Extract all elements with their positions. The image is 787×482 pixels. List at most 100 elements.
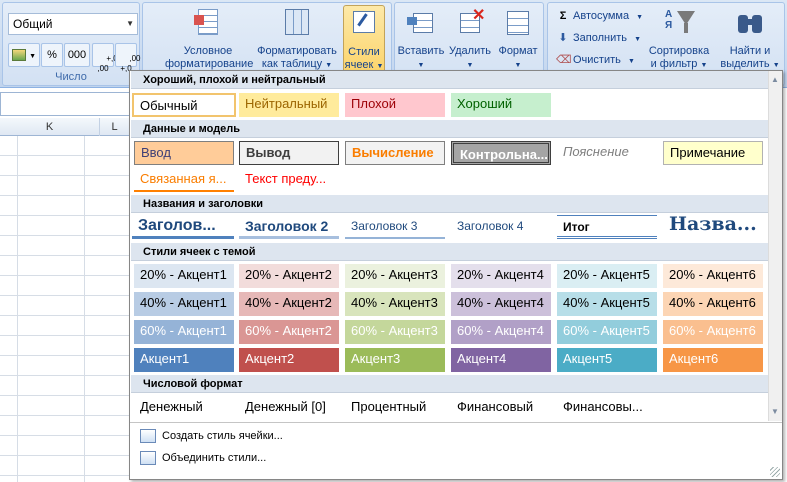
format-label: Формат (498, 45, 538, 57)
sort-filter-icon: АЯ (663, 7, 695, 39)
percent-label: % (47, 49, 57, 61)
style-warning-text[interactable]: Текст преду... (239, 168, 339, 192)
style-40-accent6[interactable]: 40% - Акцент6 (663, 292, 763, 316)
style-accent6[interactable]: Акцент6 (663, 348, 763, 372)
style-20-accent4[interactable]: 20% - Акцент4 (451, 264, 551, 288)
column-header-k[interactable]: K (0, 118, 100, 136)
scroll-down-icon[interactable]: ▼ (771, 407, 779, 416)
currency-icon (12, 49, 26, 62)
resize-grip-icon[interactable] (770, 467, 780, 477)
style-normal[interactable]: Обычный (132, 93, 236, 117)
autosum-label: Автосумма (573, 10, 630, 22)
style-60-accent1[interactable]: 60% - Акцент1 (134, 320, 234, 344)
style-accent1[interactable]: Акцент1 (134, 348, 234, 372)
find-select-button[interactable]: Найти и выделить ▼ (718, 7, 782, 72)
section-themed-styles: Стили ячеек с темой (131, 243, 768, 261)
section-number-format: Числовой формат (131, 375, 768, 393)
new-cell-style-label: Создать стиль ячейки... (162, 430, 283, 442)
cell-styles-button[interactable]: Стили ячеек ▼ (343, 5, 385, 73)
style-explanatory[interactable]: Пояснение (557, 141, 657, 165)
decrease-decimal-button[interactable]: ,00 +,0 (115, 43, 140, 73)
style-heading-1[interactable]: Заголов... (132, 215, 234, 239)
format-button[interactable]: Формат ▼ (495, 7, 541, 72)
style-20-accent2[interactable]: 20% - Акцент2 (239, 264, 339, 288)
new-style-icon (140, 429, 156, 444)
autosum-button[interactable]: Σ Автосумма ▼ (556, 7, 643, 25)
style-comma[interactable]: Финансовый (451, 396, 551, 420)
style-heading-4[interactable]: Заголовок 4 (451, 215, 551, 239)
merge-styles-icon (140, 451, 156, 466)
number-format-combo[interactable]: Общий ▼ (8, 13, 138, 35)
style-40-accent1[interactable]: 40% - Акцент1 (134, 292, 234, 316)
style-accent2[interactable]: Акцент2 (239, 348, 339, 372)
conditional-formatting-icon (192, 7, 224, 39)
style-accent3[interactable]: Акцент3 (345, 348, 445, 372)
style-60-accent3[interactable]: 60% - Акцент3 (345, 320, 445, 344)
style-calculation[interactable]: Вычисление (345, 141, 445, 165)
percent-button[interactable]: % (41, 43, 63, 67)
merge-styles-label: Объединить стили... (162, 452, 267, 464)
chevron-down-icon: ▼ (417, 62, 425, 69)
style-20-accent5[interactable]: 20% - Акцент5 (557, 264, 657, 288)
insert-button[interactable]: Вставить ▼ (397, 7, 445, 72)
sort-filter-button[interactable]: АЯ Сортировка и фильтр ▼ (644, 7, 714, 72)
style-bad[interactable]: Плохой (345, 93, 445, 117)
cell-styles-label: Стили ячеек (344, 46, 380, 71)
gallery-scrollbar[interactable]: ▲ ▼ (768, 71, 782, 421)
scroll-up-icon[interactable]: ▲ (771, 75, 779, 84)
style-40-accent2[interactable]: 40% - Акцент2 (239, 292, 339, 316)
find-select-label: Найти и выделить (720, 45, 771, 70)
style-output[interactable]: Вывод (239, 141, 339, 165)
chevron-down-icon[interactable]: ▼ (126, 19, 134, 28)
increase-decimal-button[interactable]: +,0 ,00 (92, 43, 118, 73)
style-20-accent1[interactable]: 20% - Акцент1 (134, 264, 234, 288)
delete-button[interactable]: ✕ Удалить ▼ (447, 7, 493, 72)
format-as-table-icon (281, 7, 313, 39)
style-60-accent6[interactable]: 60% - Акцент6 (663, 320, 763, 344)
chevron-down-icon: ▼ (700, 62, 708, 69)
style-check-cell[interactable]: Контрольна... (451, 141, 551, 165)
style-accent4[interactable]: Акцент4 (451, 348, 551, 372)
fill-button[interactable]: ⬇ Заполнить ▼ (556, 29, 641, 47)
delete-label: Удалить (449, 45, 491, 57)
style-heading-3[interactable]: Заголовок 3 (345, 215, 445, 239)
column-header-l[interactable]: L (100, 118, 130, 136)
style-input[interactable]: Ввод (134, 141, 234, 165)
style-title[interactable]: Назва... (663, 213, 763, 237)
style-20-accent3[interactable]: 20% - Акцент3 (345, 264, 445, 288)
style-20-accent6[interactable]: 20% - Акцент6 (663, 264, 763, 288)
style-40-accent4[interactable]: 40% - Акцент4 (451, 292, 551, 316)
style-40-accent5[interactable]: 40% - Акцент5 (557, 292, 657, 316)
clear-button[interactable]: ⌫Очистить ▼ (556, 51, 635, 69)
style-currency-0[interactable]: Денежный [0] (239, 396, 339, 420)
sheet-grid[interactable] (0, 136, 130, 482)
thousands-separator-button[interactable]: 000 (64, 43, 90, 67)
style-note[interactable]: Примечание (663, 141, 763, 165)
number-group-label: Число (55, 71, 87, 83)
format-as-table-button[interactable]: Форматировать как таблицу ▼ (253, 7, 341, 72)
style-60-accent2[interactable]: 60% - Акцент2 (239, 320, 339, 344)
style-heading-2[interactable]: Заголовок 2 (239, 215, 339, 239)
style-40-accent3[interactable]: 40% - Акцент3 (345, 292, 445, 316)
new-cell-style-item[interactable]: Создать стиль ячейки... (140, 426, 283, 446)
merge-styles-item[interactable]: Объединить стили... (140, 448, 266, 468)
fill-down-icon: ⬇ (558, 32, 568, 44)
insert-icon (405, 7, 437, 39)
style-linked-cell[interactable]: Связанная я... (134, 168, 234, 192)
style-60-accent5[interactable]: 60% - Акцент5 (557, 320, 657, 344)
style-comma-0[interactable]: Финансовы... (557, 396, 657, 420)
chevron-down-icon: ▼ (514, 62, 522, 69)
style-percent[interactable]: Процентный (345, 396, 445, 420)
style-good[interactable]: Хороший (451, 93, 551, 117)
style-neutral[interactable]: Нейтральный (239, 93, 339, 117)
style-60-accent4[interactable]: 60% - Акцент4 (451, 320, 551, 344)
currency-format-button[interactable]: ▼ (8, 43, 40, 67)
formula-bar[interactable] (0, 92, 130, 116)
chevron-down-icon: ▼ (627, 58, 635, 65)
style-total[interactable]: Итог (557, 215, 657, 239)
eraser-icon: ⌫ (556, 54, 572, 66)
number-group: Общий ▼ ▼ % 000 +,0 ,00 ,00 +,0 Число (2, 2, 140, 86)
chevron-down-icon: ▼ (772, 62, 780, 69)
style-accent5[interactable]: Акцент5 (557, 348, 657, 372)
style-currency[interactable]: Денежный (134, 396, 234, 420)
